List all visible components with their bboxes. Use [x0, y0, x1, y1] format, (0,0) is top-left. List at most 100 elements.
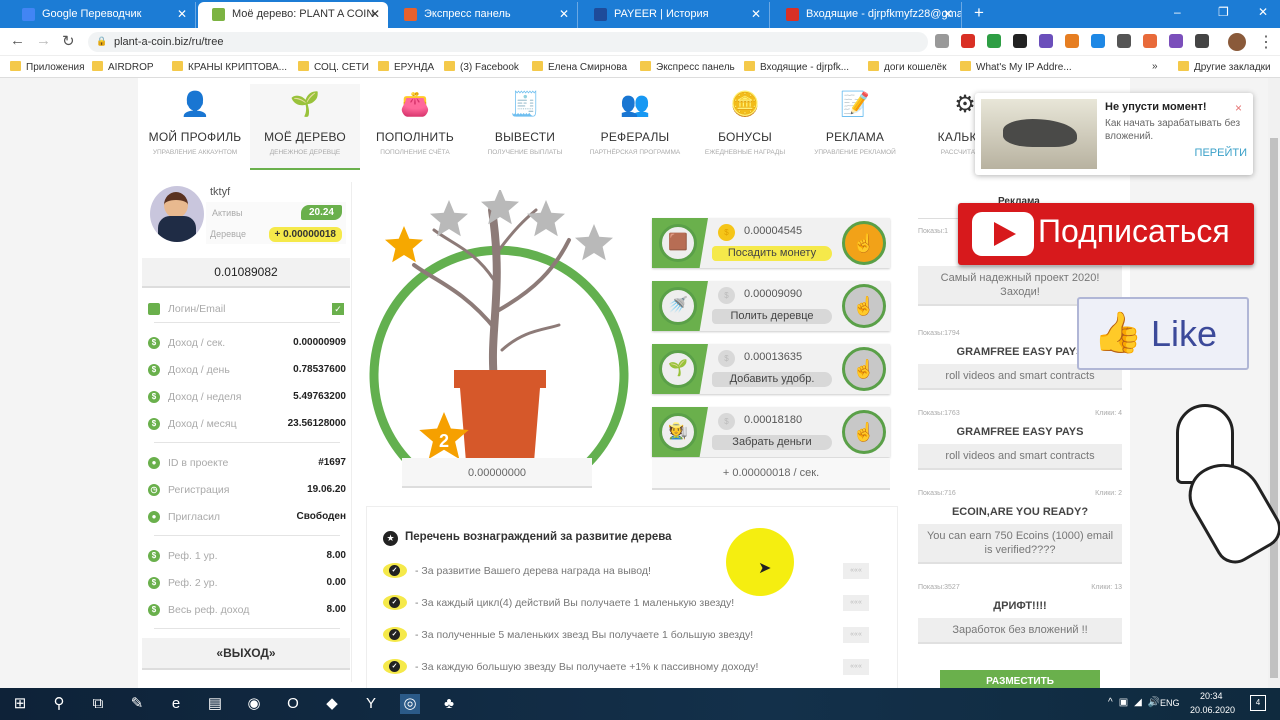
language-indicator[interactable]: ENG: [1160, 698, 1180, 708]
system-tray-icons[interactable]: ^▣◢🔊: [1108, 697, 1166, 708]
chrome-icon[interactable]: ◎: [400, 694, 420, 714]
browser-tab[interactable]: Моё дерево: PLANT A COIN ✕: [198, 2, 388, 28]
nav-referrals[interactable]: 👥 РЕФЕРАЛЫ ПАРТНЁРСКАЯ ПРОГРАММА: [580, 84, 690, 170]
bookmark-item[interactable]: AIRDROP: [92, 61, 154, 73]
stat-label: Реф. 1 ур.: [168, 550, 218, 562]
opera-icon[interactable]: O: [283, 694, 303, 714]
browser-tab[interactable]: Входящие - djrpfkmyfz28@gma ✕: [772, 2, 962, 28]
tab-close-button[interactable]: ✕: [177, 2, 187, 26]
action-button[interactable]: ☝: [842, 410, 886, 454]
scrollbar[interactable]: [1268, 78, 1280, 688]
subscribe-text: Подписаться: [1038, 213, 1230, 249]
extension-icon[interactable]: [1013, 34, 1027, 48]
reward-more-button[interactable]: «««: [843, 627, 869, 643]
coin-icon: $: [718, 224, 735, 241]
reward-more-button[interactable]: «««: [843, 595, 869, 611]
nav-title: ВЫВЕСТИ: [494, 130, 556, 144]
new-tab-button[interactable]: +: [974, 3, 984, 23]
notification-text: Как начать зарабатывать без вложений.: [1105, 118, 1241, 142]
bookmark-item[interactable]: What's My IP Addre...: [960, 61, 1072, 73]
extension-icon[interactable]: [1039, 34, 1053, 48]
tab-close-button[interactable]: ✕: [751, 2, 761, 26]
file-explorer-icon[interactable]: ▤: [205, 694, 225, 714]
app-icon[interactable]: ♣: [439, 694, 459, 714]
ad-item[interactable]: Показы:3527 Клики: 13 ДРИФТ!!!! Заработок б…: [918, 584, 1122, 644]
extension-icon[interactable]: [1065, 34, 1079, 48]
bookmark-item[interactable]: Входящие - djrpfk...: [744, 61, 849, 73]
action-button[interactable]: ☝: [842, 221, 886, 265]
clock-time[interactable]: 20:34: [1200, 691, 1223, 701]
browser-tab[interactable]: Google Переводчик ✕: [8, 2, 196, 28]
extension-icon[interactable]: [935, 34, 949, 48]
action-label: Забрать деньги: [712, 435, 832, 450]
notification-action-link[interactable]: ПЕРЕЙТИ: [1195, 147, 1247, 159]
notification-close-button[interactable]: ×: [1235, 101, 1242, 115]
notification-center-button[interactable]: 4: [1250, 695, 1266, 711]
bookmarks-more-button[interactable]: »: [1152, 61, 1158, 72]
avatar[interactable]: [1228, 33, 1246, 51]
bookmark-item[interactable]: (3) Facebook: [444, 61, 519, 73]
nav-tree[interactable]: 🌱 МОЁ ДЕРЕВО ДЕНЕЖНОЕ ДЕРЕВЦЕ: [250, 84, 360, 170]
bookmark-item[interactable]: СОЦ. СЕТИ: [298, 61, 369, 73]
nav-wallet[interactable]: 👛 ПОПОЛНИТЬ ПОПОЛНЕНИЕ СЧЁТА: [360, 84, 470, 170]
lock-icon: 🔒: [96, 36, 108, 46]
extension-icon[interactable]: [1117, 34, 1131, 48]
url-input[interactable]: plant-a-coin.biz/ru/tree: [88, 32, 928, 52]
bookmark-item[interactable]: Елена Смирнова: [532, 61, 627, 73]
check-badge-icon: ✓: [383, 627, 407, 642]
tab-close-button[interactable]: ✕: [370, 2, 380, 26]
other-bookmarks[interactable]: Другие закладки: [1178, 61, 1271, 73]
assets-label: Активы: [212, 208, 243, 218]
nav-profile[interactable]: 👤 МОЙ ПРОФИЛЬ УПРАВЛЕНИЕ АККАУНТОМ: [140, 84, 250, 170]
small-star-earned: [385, 226, 423, 263]
close-window-button[interactable]: ✕: [1258, 5, 1268, 19]
reward-more-button[interactable]: «««: [843, 563, 869, 579]
reward-item: ✓ - За каждую большую звезду Вы получаете…: [383, 657, 883, 677]
extension-icon[interactable]: [1195, 34, 1209, 48]
bookmark-item[interactable]: Экспресс панель: [640, 61, 735, 73]
nav-withdraw[interactable]: 🧾 ВЫВЕСТИ ПОЛУЧЕНИЕ ВЫПЛАТЫ: [470, 84, 580, 170]
search-icon[interactable]: ⚲: [49, 694, 69, 714]
tree-icon: 🌱: [290, 91, 320, 118]
logout-button[interactable]: «ВЫХОД»: [142, 638, 350, 670]
extension-icon[interactable]: [1091, 34, 1105, 48]
ad-item[interactable]: Показы:1763 Клики: 4 GRAMFREE EASY PAYS rol…: [918, 410, 1122, 470]
action-button[interactable]: ☝: [842, 284, 886, 328]
start-button[interactable]: ⊞: [10, 694, 30, 714]
maximize-button[interactable]: ❐: [1218, 5, 1229, 19]
bookmark-item[interactable]: КРАНЫ КРИПТОВА...: [172, 61, 287, 73]
tab-close-button[interactable]: ✕: [943, 2, 953, 26]
nav-coins[interactable]: 🪙 БОНУСЫ ЕЖЕДНЕВНЫЕ НАГРАДЫ: [690, 84, 800, 170]
small-star-empty: [481, 190, 519, 225]
clock-date[interactable]: 20.06.2020: [1190, 705, 1235, 715]
reward-more-button[interactable]: «««: [843, 659, 869, 675]
menu-icon[interactable]: ⋮: [1258, 32, 1274, 52]
yandex-browser-icon[interactable]: Y: [361, 694, 381, 714]
app-icon[interactable]: ◉: [244, 694, 264, 714]
back-button[interactable]: ←: [10, 32, 25, 49]
browser-tab[interactable]: Экспресс панель ✕: [390, 2, 578, 28]
notification-popup[interactable]: Не упусти момент! × Как начать зарабатыв…: [975, 93, 1253, 175]
extension-icon[interactable]: [1143, 34, 1157, 48]
action-button[interactable]: ☝: [842, 347, 886, 391]
extension-icon[interactable]: [961, 34, 975, 48]
feather-icon[interactable]: ✎: [127, 694, 147, 714]
extension-icon[interactable]: [987, 34, 1001, 48]
ad-body: Заработок без вложений !!: [918, 618, 1122, 644]
app-icon[interactable]: ◆: [322, 694, 342, 714]
forward-button[interactable]: →: [36, 32, 51, 49]
extension-icon[interactable]: [1169, 34, 1183, 48]
edge-icon[interactable]: e: [166, 694, 186, 714]
minimize-button[interactable]: –: [1174, 5, 1181, 19]
ad-item[interactable]: Показы:716 Клики: 2 ECOIN,ARE YOU READY? Yo…: [918, 490, 1122, 564]
browser-tab[interactable]: PAYEER | История ✕: [580, 2, 770, 28]
harvest-icon: 🧑‍🌾: [659, 413, 697, 451]
bookmark-item[interactable]: доги кошелёк: [868, 61, 946, 73]
bookmark-item[interactable]: Приложения: [10, 61, 85, 73]
bookmark-item[interactable]: ЕРУНДА: [378, 61, 434, 73]
place-ad-button[interactable]: РАЗМЕСТИТЬ: [940, 670, 1100, 688]
reload-button[interactable]: ↻: [62, 32, 75, 50]
nav-advert[interactable]: 📝 РЕКЛАМА УПРАВЛЕНИЕ РЕКЛАМОЙ: [800, 84, 910, 170]
task-view-icon[interactable]: ⧉: [88, 694, 108, 714]
tab-close-button[interactable]: ✕: [559, 2, 569, 26]
